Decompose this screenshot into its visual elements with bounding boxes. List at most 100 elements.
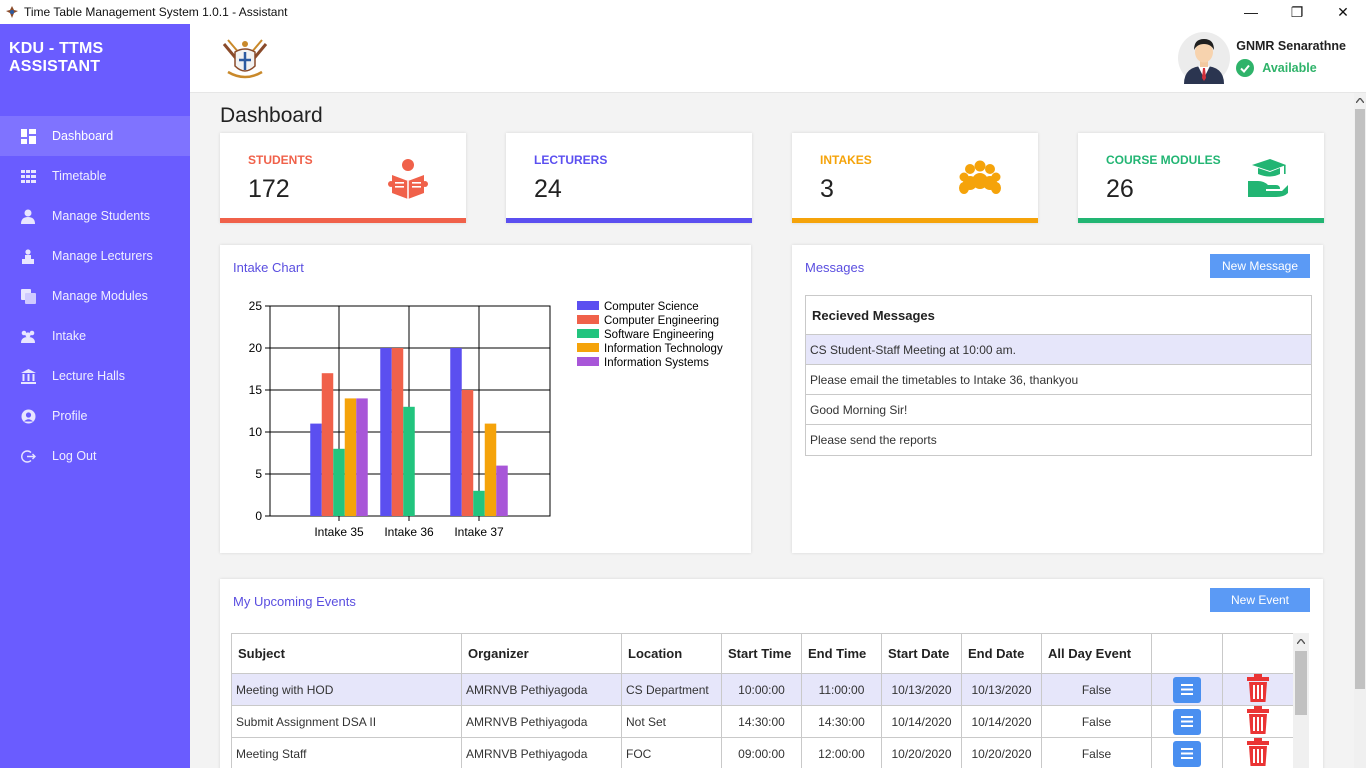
delete-button[interactable] bbox=[1247, 674, 1269, 702]
view-details-button[interactable] bbox=[1173, 676, 1201, 703]
cell-end-date: 10/13/2020 bbox=[961, 673, 1042, 706]
message-item[interactable]: Good Morning Sir! bbox=[806, 395, 1311, 425]
messages-panel: Messages New Message Recieved Messages C… bbox=[792, 245, 1323, 553]
column-header[interactable]: Organizer bbox=[461, 633, 622, 674]
bar bbox=[380, 348, 392, 516]
lecturer-icon bbox=[20, 248, 36, 264]
stat-accent-bar bbox=[506, 218, 752, 223]
new-message-button[interactable]: New Message bbox=[1210, 254, 1310, 278]
table-row[interactable]: Meeting Staff AMRNVB Pethiyagoda FOC 09:… bbox=[231, 737, 1294, 768]
scroll-up-arrow-icon[interactable] bbox=[1293, 633, 1309, 649]
minimize-button[interactable]: — bbox=[1228, 0, 1274, 24]
cell-start-time: 09:00:00 bbox=[721, 737, 802, 768]
table-row[interactable]: Meeting with HOD AMRNVB Pethiyagoda CS D… bbox=[231, 673, 1294, 706]
y-tick-label: 10 bbox=[249, 425, 263, 439]
dashboard-icon bbox=[20, 128, 36, 144]
sidebar-item-intake[interactable]: Intake bbox=[0, 316, 190, 356]
legend-label: Information Technology bbox=[604, 343, 723, 355]
sidebar-item-label: Manage Modules bbox=[52, 289, 148, 303]
message-item[interactable]: Please send the reports bbox=[806, 425, 1311, 455]
bar bbox=[321, 373, 334, 516]
sidebar-item-log-out[interactable]: Log Out bbox=[0, 436, 190, 476]
sidebar-item-manage-students[interactable]: Manage Students bbox=[0, 196, 190, 236]
messages-list-header: Recieved Messages bbox=[806, 296, 1311, 335]
x-tick-label: Intake 35 bbox=[314, 525, 364, 539]
cell-start-time: 14:30:00 bbox=[721, 705, 802, 738]
column-header[interactable]: Subject bbox=[231, 633, 462, 674]
sidebar-item-label: Manage Lecturers bbox=[52, 249, 153, 263]
cell-start-date: 10/20/2020 bbox=[881, 737, 962, 768]
user-icon bbox=[20, 408, 36, 424]
students-card: STUDENTS 172 bbox=[220, 133, 466, 223]
bar bbox=[484, 423, 497, 516]
cell-subject: Meeting with HOD bbox=[231, 673, 462, 706]
cell-organizer: AMRNVB Pethiyagoda bbox=[461, 673, 622, 706]
column-header[interactable]: Location bbox=[621, 633, 722, 674]
legend-label: Computer Science bbox=[604, 301, 699, 313]
sidebar-item-dashboard[interactable]: Dashboard bbox=[0, 116, 190, 156]
app-logo-icon bbox=[4, 4, 20, 20]
table-row[interactable]: Submit Assignment DSA II AMRNVB Pethiyag… bbox=[231, 705, 1294, 738]
sidebar-item-lecture-halls[interactable]: Lecture Halls bbox=[0, 356, 190, 396]
user-profile[interactable]: GNMR Senarathne Available bbox=[1178, 32, 1346, 84]
page-title: Dashboard bbox=[220, 104, 323, 127]
stat-value: 26 bbox=[1106, 175, 1134, 203]
delete-button[interactable] bbox=[1247, 706, 1269, 734]
window-title: Time Table Management System 1.0.1 - Ass… bbox=[24, 5, 288, 19]
page-scroll-up-icon[interactable] bbox=[1354, 93, 1366, 107]
view-details-button[interactable] bbox=[1173, 740, 1201, 767]
new-event-button[interactable]: New Event bbox=[1210, 588, 1310, 612]
message-item[interactable]: CS Student-Staff Meeting at 10:00 am. bbox=[806, 335, 1311, 365]
sidebar-item-label: Intake bbox=[52, 329, 87, 343]
close-button[interactable]: ✕ bbox=[1320, 0, 1366, 24]
events-title: My Upcoming Events bbox=[233, 594, 356, 609]
legend-swatch bbox=[577, 357, 599, 366]
x-tick-label: Intake 36 bbox=[384, 525, 434, 539]
column-header[interactable]: End Time bbox=[801, 633, 882, 674]
sidebar-item-manage-modules[interactable]: Manage Modules bbox=[0, 276, 190, 316]
cell-organizer: AMRNVB Pethiyagoda bbox=[461, 737, 622, 768]
view-details-button[interactable] bbox=[1173, 708, 1201, 735]
events-scroll-thumb[interactable] bbox=[1295, 651, 1307, 715]
bar bbox=[450, 348, 462, 516]
delete-button[interactable] bbox=[1247, 738, 1269, 766]
sidebar-item-label: Dashboard bbox=[52, 129, 114, 143]
page-scroll-thumb[interactable] bbox=[1355, 109, 1365, 689]
cell-end-date: 10/20/2020 bbox=[961, 737, 1042, 768]
stat-accent-bar bbox=[792, 218, 1038, 223]
column-header[interactable]: Start Time bbox=[721, 633, 802, 674]
bar bbox=[496, 465, 508, 516]
y-tick-label: 15 bbox=[249, 383, 263, 397]
cell-end-time: 14:30:00 bbox=[801, 705, 882, 738]
logout-icon bbox=[20, 448, 36, 464]
column-header[interactable]: All Day Event bbox=[1041, 633, 1152, 674]
sidebar-item-label: Manage Students bbox=[52, 209, 150, 223]
column-header[interactable]: Start Date bbox=[881, 633, 962, 674]
cell-location: CS Department bbox=[621, 673, 722, 706]
cell-start-date: 10/14/2020 bbox=[881, 705, 962, 738]
sidebar-nav: Dashboard Timetable Manage Students Mana… bbox=[0, 116, 190, 476]
cell-subject: Submit Assignment DSA II bbox=[231, 705, 462, 738]
stat-value: 172 bbox=[248, 175, 290, 203]
trash-icon bbox=[1247, 674, 1269, 702]
legend-label: Computer Engineering bbox=[604, 315, 719, 327]
bar bbox=[461, 390, 474, 516]
window-controls: — ❐ ✕ bbox=[1228, 0, 1366, 24]
events-scrollbar[interactable] bbox=[1293, 633, 1309, 768]
cell-start-date: 10/13/2020 bbox=[881, 673, 962, 706]
cell-all-day: False bbox=[1041, 737, 1152, 768]
page-scrollbar[interactable] bbox=[1354, 93, 1366, 768]
stat-label: INTAKES bbox=[820, 153, 872, 167]
sidebar-item-manage-lecturers[interactable]: Manage Lecturers bbox=[0, 236, 190, 276]
column-header[interactable]: End Date bbox=[961, 633, 1042, 674]
menu-lines-icon bbox=[1181, 684, 1193, 695]
check-circle-icon bbox=[1236, 59, 1255, 77]
sidebar-item-timetable[interactable]: Timetable bbox=[0, 156, 190, 196]
sidebar-item-profile[interactable]: Profile bbox=[0, 396, 190, 436]
brand-title: KDU - TTMS ASSISTANT bbox=[9, 40, 104, 75]
avatar bbox=[1178, 32, 1231, 84]
maximize-button[interactable]: ❐ bbox=[1274, 0, 1320, 24]
received-messages-list: Recieved Messages CS Student-Staff Meeti… bbox=[805, 295, 1312, 456]
group-icon bbox=[20, 328, 36, 344]
message-item[interactable]: Please email the timetables to Intake 36… bbox=[806, 365, 1311, 395]
